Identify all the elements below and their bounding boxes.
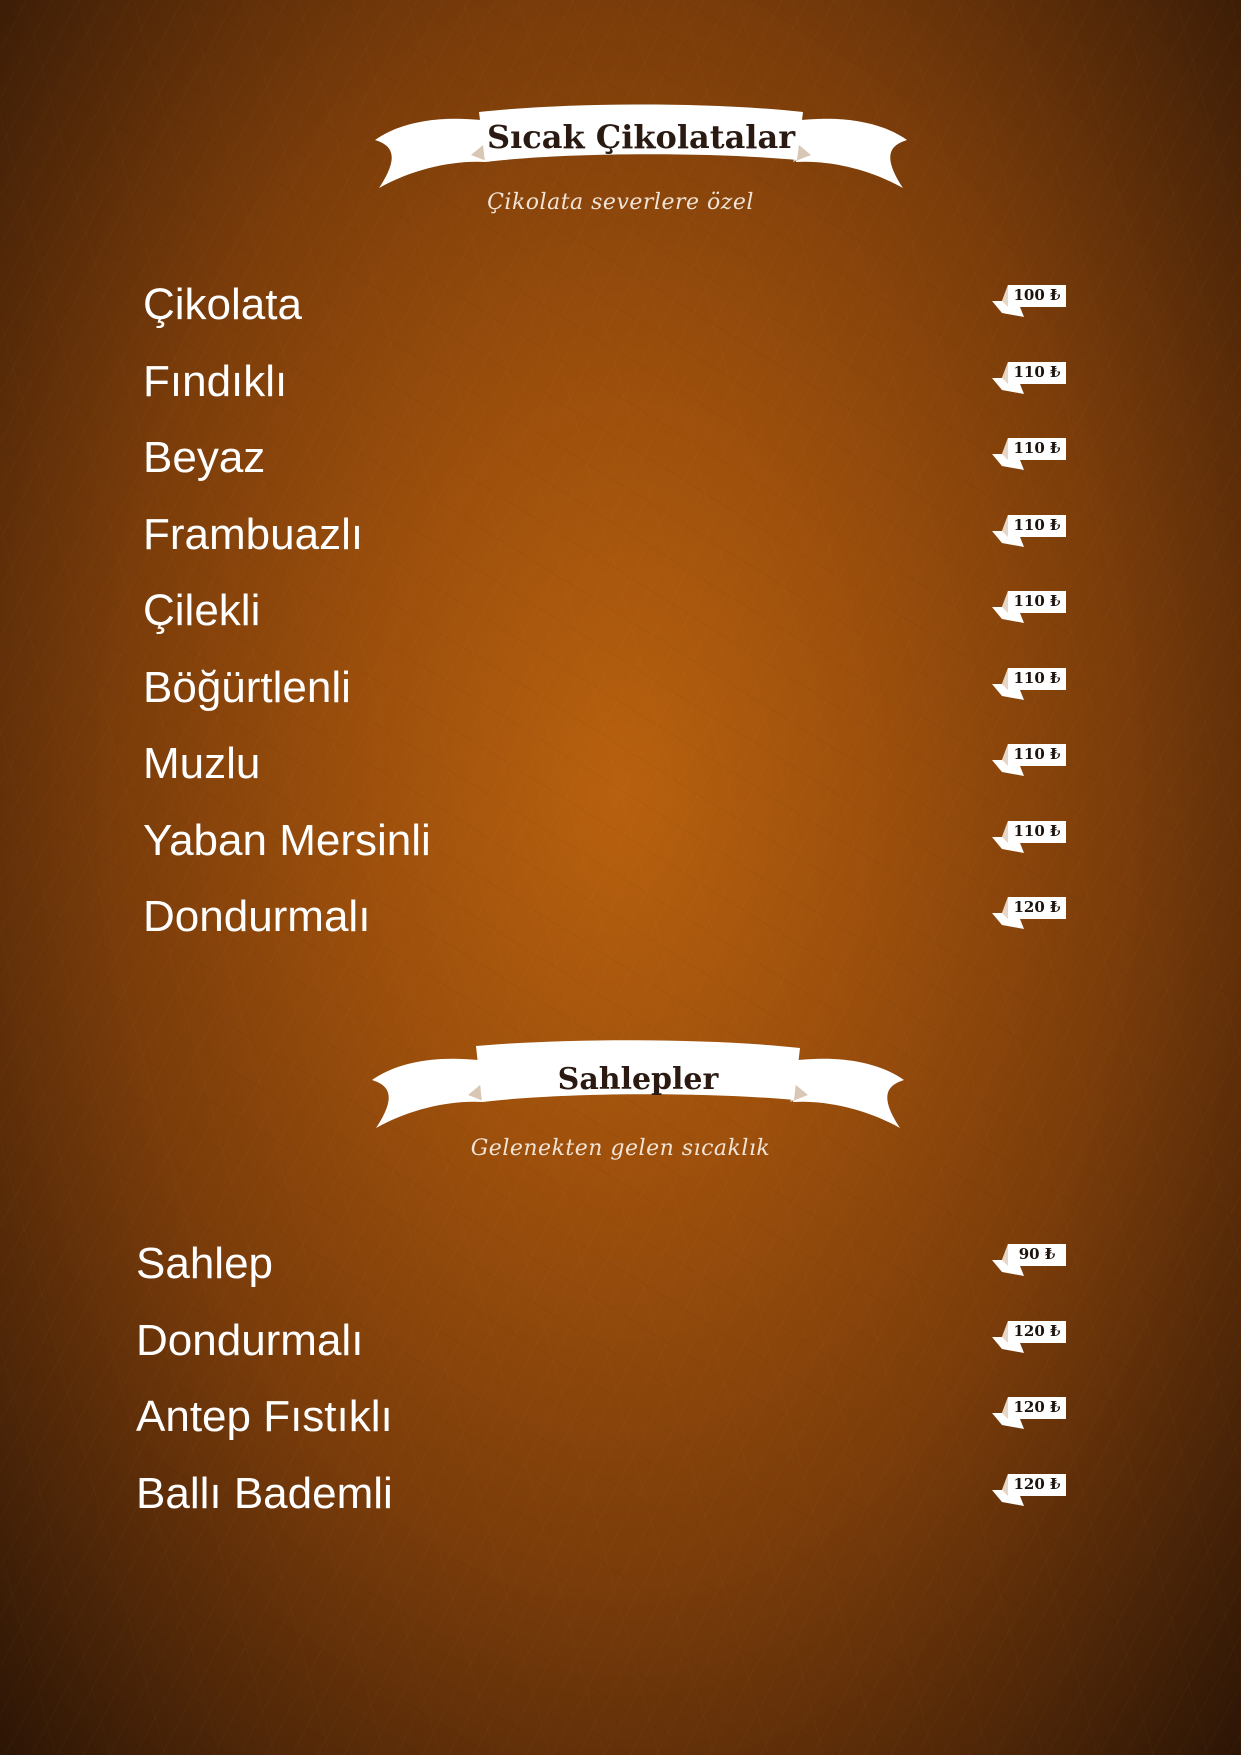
menu-item-price: 110 ₺ xyxy=(1013,668,1061,687)
menu-item: Beyaz 110 ₺ xyxy=(143,432,1083,509)
menu-item-price: 120 ₺ xyxy=(1013,1474,1061,1493)
price-tag: 110 ₺ xyxy=(990,360,1068,398)
menu-item-name: Frambuazlı xyxy=(143,509,364,559)
menu-item-price: 120 ₺ xyxy=(1013,898,1061,916)
price-tag: 90 ₺ xyxy=(990,1242,1068,1280)
menu-item: Ballı Bademli 120 ₺ xyxy=(136,1468,1076,1545)
menu-item-price: 110 ₺ xyxy=(1013,821,1061,840)
menu-item-price: 90 ₺ xyxy=(1018,1245,1056,1263)
menu-item-name: Böğürtlenli xyxy=(143,662,351,712)
menu-item-list: Sahlep 90 ₺ Dondurmalı 120 ₺ Antep Fıstı… xyxy=(136,1238,1076,1544)
section-tagline: Çikolata severlere özel xyxy=(487,190,754,215)
price-tag: 110 ₺ xyxy=(990,742,1068,780)
price-tag: 110 ₺ xyxy=(990,589,1068,627)
price-tag: 110 ₺ xyxy=(990,513,1068,551)
price-tag: 110 ₺ xyxy=(990,436,1068,474)
menu-item-name: Çikolata xyxy=(143,280,302,329)
menu-item-name: Beyaz xyxy=(143,433,266,482)
menu-item-name: Dondurmalı xyxy=(143,892,371,941)
menu-item-name: Çilekli xyxy=(143,586,261,635)
price-tag: 100 ₺ xyxy=(990,283,1068,321)
menu-item: Çikolata 100 ₺ xyxy=(143,279,1083,356)
price-tag: 120 ₺ xyxy=(990,895,1068,933)
menu-item-price: 100 ₺ xyxy=(1013,286,1061,304)
menu-item: Muzlu 110 ₺ xyxy=(143,738,1083,815)
menu-item: Fındıklı 110 ₺ xyxy=(143,356,1083,433)
menu-item-price: 110 ₺ xyxy=(1013,592,1061,610)
price-tag: 120 ₺ xyxy=(990,1472,1068,1510)
menu-item-name: Sahlep xyxy=(136,1239,274,1288)
price-tag: 110 ₺ xyxy=(990,819,1068,857)
menu-item: Antep Fıstıklı 120 ₺ xyxy=(136,1391,1076,1468)
menu-item-price: 110 ₺ xyxy=(1013,439,1061,457)
menu-item-price: 110 ₺ xyxy=(1013,362,1061,381)
section-banner: Sahlepler xyxy=(368,1038,908,1148)
menu-item-list: Çikolata 100 ₺ Fındıklı 110 ₺ Beyaz 110 … xyxy=(143,279,1083,968)
menu-item-name: Fındıklı xyxy=(143,356,288,406)
menu-item-name: Antep Fıstıklı xyxy=(136,1392,393,1441)
section-title: Sahlepler xyxy=(557,1062,719,1097)
menu-item-price: 110 ₺ xyxy=(1013,515,1061,534)
menu-item-name: Dondurmalı xyxy=(136,1315,364,1365)
price-tag: 120 ₺ xyxy=(990,1395,1068,1433)
menu-item: Dondurmalı 120 ₺ xyxy=(143,891,1083,968)
section-tagline: Gelenekten gelen sıcaklık xyxy=(470,1136,771,1161)
menu-item-price: 120 ₺ xyxy=(1013,1321,1061,1340)
menu-item: Böğürtlenli 110 ₺ xyxy=(143,662,1083,739)
menu-item: Yaban Mersinli 110 ₺ xyxy=(143,815,1083,892)
menu-item: Frambuazlı 110 ₺ xyxy=(143,509,1083,586)
price-tag: 120 ₺ xyxy=(990,1319,1068,1357)
menu-item: Çilekli 110 ₺ xyxy=(143,585,1083,662)
menu-item-name: Ballı Bademli xyxy=(136,1468,393,1518)
menu-item-name: Yaban Mersinli xyxy=(143,815,431,865)
menu-item-price: 120 ₺ xyxy=(1013,1398,1061,1416)
section-title: Sıcak Çikolatalar xyxy=(486,118,796,156)
menu-item-name: Muzlu xyxy=(143,739,261,788)
menu-item-price: 110 ₺ xyxy=(1013,745,1061,763)
menu-item: Sahlep 90 ₺ xyxy=(136,1238,1076,1315)
price-tag: 110 ₺ xyxy=(990,666,1068,704)
menu-item: Dondurmalı 120 ₺ xyxy=(136,1315,1076,1392)
